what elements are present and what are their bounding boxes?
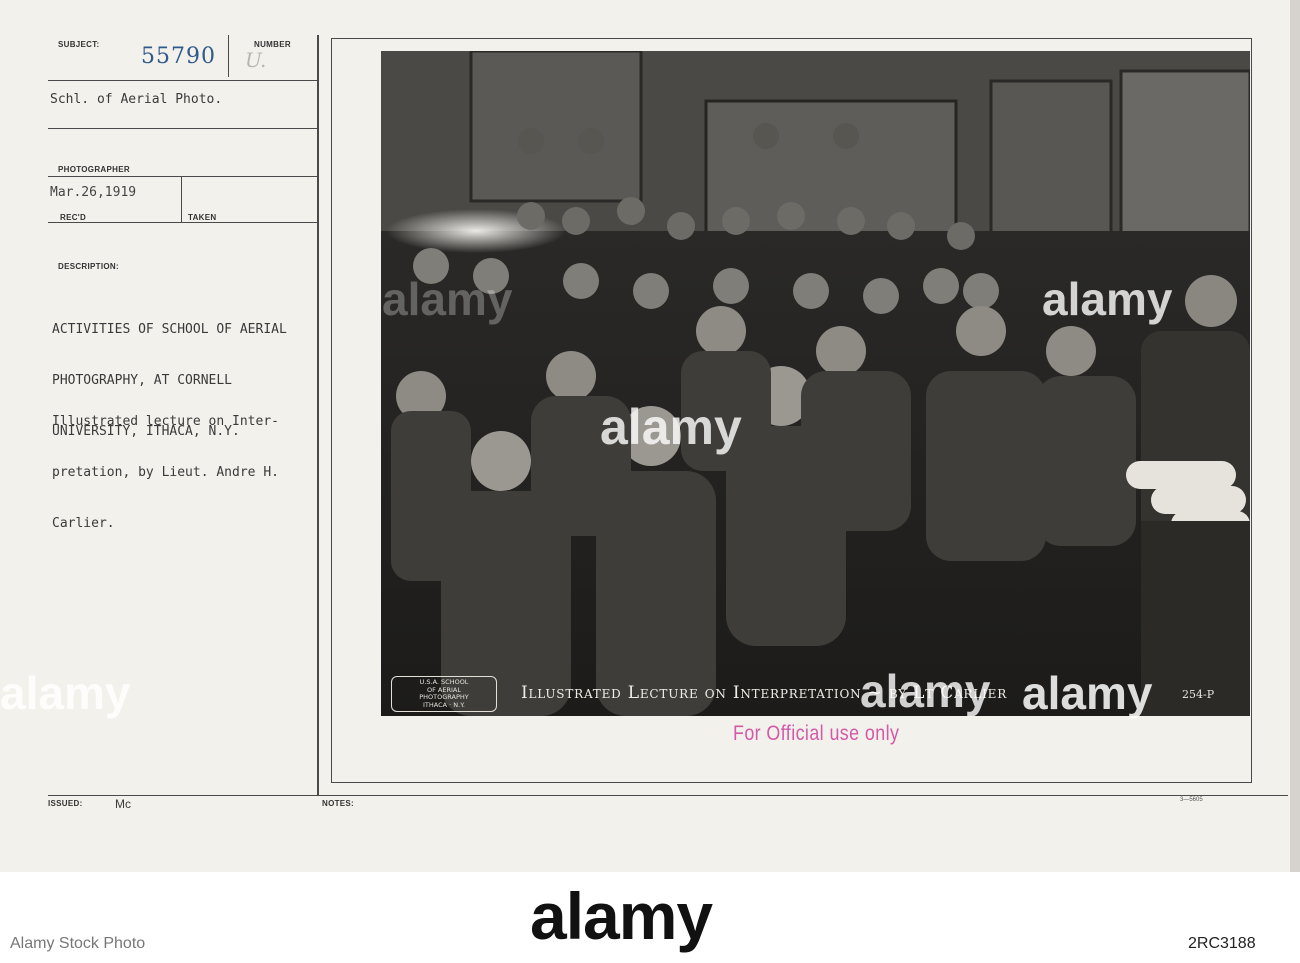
lecture-line: pretation, by Lieut. Andre H.	[52, 465, 279, 480]
watermark-alamy-mid-upper: alamy	[382, 273, 513, 325]
taken-label: TAKEN	[188, 213, 217, 222]
footer-stock-label: Alamy Stock Photo	[10, 935, 146, 952]
subject-text: Schl. of Aerial Photo.	[50, 92, 223, 107]
stamp-line: ITHACA · N.Y.	[423, 700, 465, 709]
form-line-recd	[48, 222, 318, 223]
lecture-photograph	[381, 51, 1250, 716]
lecture-line: Carlier.	[52, 516, 115, 531]
form-divider-date	[181, 176, 182, 222]
description-line: ACTIVITIES OF SCHOOL OF AERIAL	[52, 322, 287, 337]
watermark-alamy-lower-mid: alamy	[860, 665, 991, 717]
issued-value: Mc	[115, 797, 131, 811]
number-pencil-mark: U.	[245, 48, 267, 72]
watermark-alamy-right-lower: alamy	[1022, 667, 1153, 719]
photographer-label: PHOTOGRAPHER	[58, 165, 130, 174]
watermark-alamy-center: alamy	[600, 399, 742, 455]
form-divider-number	[228, 35, 229, 77]
lecture-text: Illustrated lecture on Inter- pretation,…	[52, 379, 279, 549]
subject-number: 55790	[141, 44, 216, 69]
issued-label: ISSUED:	[48, 799, 83, 808]
form-code: 3—5605	[1180, 797, 1203, 803]
form-line-bottom	[48, 795, 1288, 796]
subject-label: SUBJECT:	[58, 40, 100, 49]
watermark-alamy-left: alamy	[0, 667, 131, 719]
watermark-alamy-right-upper: alamy	[1042, 273, 1173, 325]
received-date: Mar.26,1919	[50, 185, 137, 200]
form-line-subject-2	[48, 128, 318, 129]
school-stamp-logo: U.S.A. SCHOOL OF AERIAL PHOTOGRAPHY ITHA…	[391, 676, 497, 712]
negative-number: 254-P	[1182, 688, 1215, 701]
recd-label: REC'D	[60, 213, 87, 222]
alamy-logo: alamy	[530, 879, 713, 953]
lecture-line: Illustrated lecture on Inter-	[52, 414, 279, 429]
description-label: DESCRIPTION:	[58, 262, 119, 271]
classroom-scene	[381, 51, 1250, 716]
form-line-photographer	[48, 176, 318, 177]
footer-image-id: 2RC3188	[1188, 935, 1256, 952]
form-line-subject	[48, 80, 318, 81]
notes-label: NOTES:	[322, 799, 355, 808]
official-use-stamp: For Official use only	[733, 722, 900, 745]
form-divider-vertical-left	[317, 35, 319, 795]
